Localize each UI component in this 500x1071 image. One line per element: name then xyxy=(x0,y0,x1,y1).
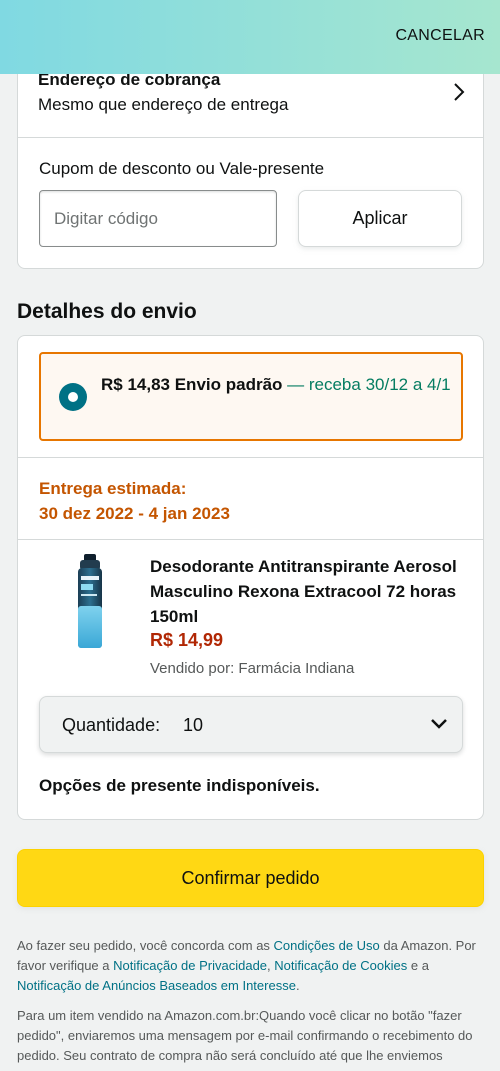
coupon-label: Cupom de desconto ou Vale-presente xyxy=(39,159,325,178)
shipping-card: R$ 14,83 Envio padrão — receba 30/12 a 4… xyxy=(17,335,484,820)
product-price: R$ 14,99 xyxy=(150,630,224,650)
coupon-code-input[interactable] xyxy=(39,190,277,247)
apply-coupon-button[interactable]: Aplicar xyxy=(298,190,462,247)
chevron-down-icon xyxy=(431,719,447,729)
quantity-label: Quantidade: xyxy=(62,715,161,735)
estimated-delivery: Entrega estimada: 30 dez 2022 - 4 jan 20… xyxy=(39,476,230,526)
coupon-section: Cupom de desconto ou Vale-presente Aplic… xyxy=(17,137,484,269)
product-title[interactable]: Desodorante Antitranspirante Aerosol Mas… xyxy=(150,554,470,629)
estimated-delivery-dates: 30 dez 2022 - 4 jan 2023 xyxy=(39,504,230,523)
shipping-option-standard[interactable]: R$ 14,83 Envio padrão — receba 30/12 a 4… xyxy=(39,352,463,441)
shipping-option-text: R$ 14,83 Envio padrão — receba 30/12 a 4… xyxy=(101,371,451,398)
ads-link[interactable]: Notificação de Anúncios Baseados em Inte… xyxy=(17,978,296,993)
chevron-right-icon xyxy=(454,83,465,101)
cookies-link[interactable]: Notificação de Cookies xyxy=(274,958,407,973)
product-image[interactable] xyxy=(66,554,114,650)
shipping-price-method: R$ 14,83 Envio padrão xyxy=(101,375,283,394)
quantity-value: 10 xyxy=(183,715,204,735)
legal-order-notice: Para um item vendido na Amazon.com.br:Qu… xyxy=(17,1008,473,1063)
radio-selected-icon[interactable] xyxy=(59,383,87,411)
checkout-header: CANCELAR xyxy=(0,0,500,74)
shipping-eta: — receba 30/12 a 4/1 xyxy=(287,375,451,394)
confirm-order-button[interactable]: Confirmar pedido xyxy=(17,849,484,907)
cancel-button[interactable]: CANCELAR xyxy=(395,27,485,45)
legal-text: e a xyxy=(407,958,429,973)
legal-text: Ao fazer seu pedido, você concorda com a… xyxy=(17,938,274,953)
gift-options-note: Opções de presente indisponíveis. xyxy=(39,776,320,795)
shipping-section-title: Detalhes do envio xyxy=(17,300,197,323)
divider xyxy=(18,539,483,540)
legal-text: . xyxy=(295,978,300,993)
privacy-link[interactable]: Notificação de Privacidade xyxy=(113,958,267,973)
divider xyxy=(18,457,483,458)
terms-link[interactable]: Condições de Uso xyxy=(274,938,380,953)
quantity-dropdown[interactable]: Quantidade: 10 xyxy=(39,696,463,753)
billing-subtitle: Mesmo que endereço de entrega xyxy=(38,95,289,114)
estimated-delivery-label: Entrega estimada: xyxy=(39,479,187,498)
product-seller: Vendido por: Farmácia Indiana xyxy=(150,660,355,677)
legal-terms: Ao fazer seu pedido, você concorda com a… xyxy=(17,936,485,996)
